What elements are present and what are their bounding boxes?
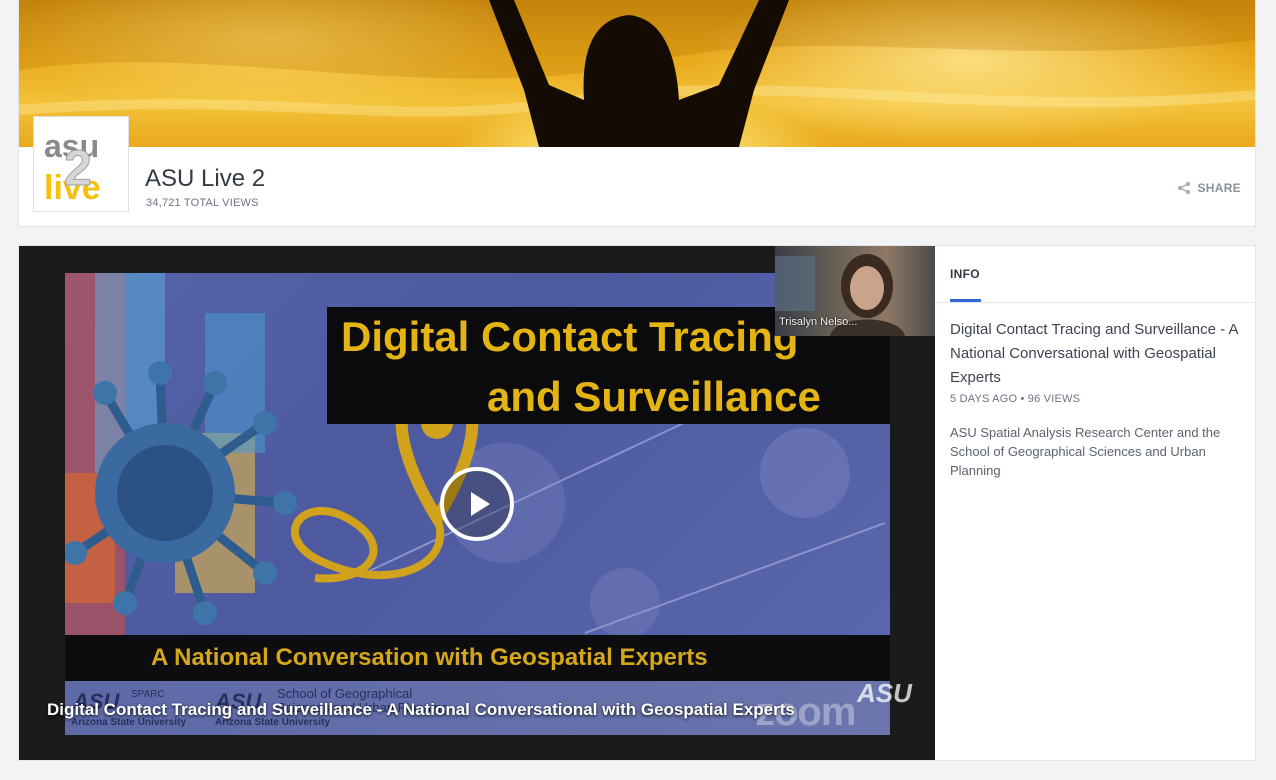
- share-icon: [1178, 182, 1191, 194]
- video-caption: Digital Contact Tracing and Surveillance…: [47, 700, 795, 719]
- tab-info[interactable]: INFO: [950, 267, 980, 281]
- slide-title-line-2: and Surveillance: [487, 373, 821, 420]
- sparc-label: SPARC: [131, 689, 165, 700]
- webcam-name-label: Trisalyn Nelso...: [779, 316, 858, 328]
- video-title: Digital Contact Tracing and Surveillance…: [950, 321, 1238, 386]
- channel-header: asu live 2 ASU Live 2 34,721 TOTAL VIEWS…: [18, 0, 1256, 227]
- slide-subtitle-bar: A National Conversation with Geospatial …: [65, 635, 890, 681]
- speaker-webcam: Trisalyn Nelso...: [775, 246, 935, 336]
- channel-title: ASU Live 2: [145, 165, 266, 192]
- play-button[interactable]: [440, 467, 514, 541]
- video-meta: 5 DAYS AGO • 96 VIEWS: [950, 393, 1081, 405]
- asu-live-logo-icon: asu live 2: [44, 127, 118, 207]
- slide-subtitle: A National Conversation with Geospatial …: [151, 644, 708, 671]
- channel-total-views: 34,721 TOTAL VIEWS: [146, 197, 259, 209]
- info-divider: [935, 302, 1255, 303]
- play-icon: [471, 492, 490, 516]
- video-description: ASU Spatial Analysis Research Center and…: [950, 425, 1221, 478]
- share-button[interactable]: SHARE: [1177, 179, 1241, 197]
- asu-watermark: ASU: [857, 678, 912, 708]
- channel-logo[interactable]: asu live 2: [33, 116, 129, 212]
- banner-silhouette: [19, 0, 1255, 147]
- slide-title-line-1: Digital Contact Tracing: [341, 313, 799, 360]
- share-label: SHARE: [1197, 181, 1241, 195]
- video-card: Digital Contact Tracing and Surveillance…: [18, 245, 1256, 761]
- info-panel: INFO Digital Contact Tracing and Surveil…: [935, 246, 1255, 760]
- video-player[interactable]: Digital Contact Tracing and Surveillance…: [19, 246, 935, 760]
- svg-text:2: 2: [64, 140, 92, 196]
- channel-banner: [19, 0, 1255, 147]
